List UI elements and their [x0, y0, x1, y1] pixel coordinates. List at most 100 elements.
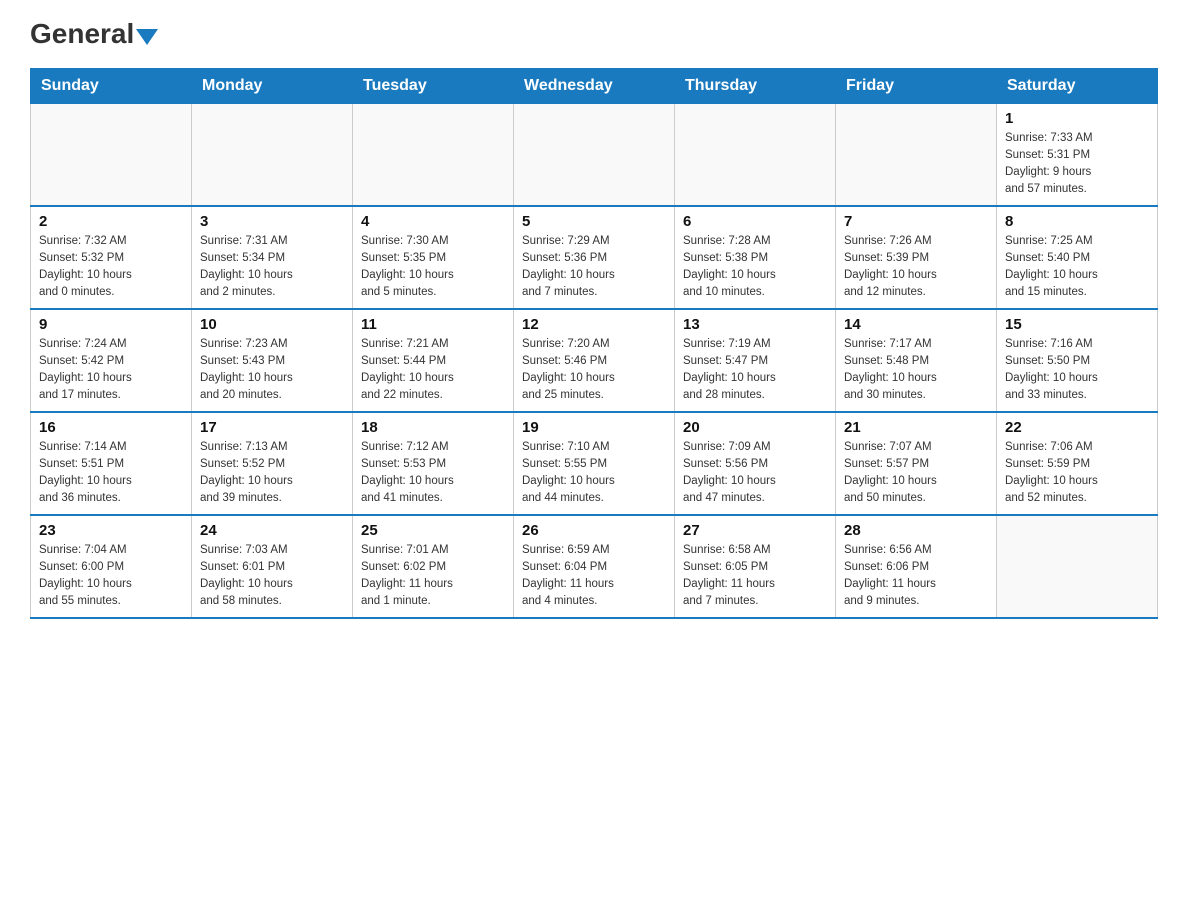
- day-number: 21: [844, 419, 988, 436]
- calendar-cell: 17 Sunrise: 7:13 AMSunset: 5:52 PMDayligh…: [192, 412, 353, 515]
- calendar-cell: 14Sunrise: 7:17 AMSunset: 5:48 PMDayligh…: [836, 309, 997, 412]
- weekday-header-thursday: Thursday: [675, 68, 836, 103]
- calendar-cell: 26 Sunrise: 6:59 AMSunset: 6:04 PMDayligh…: [514, 515, 675, 618]
- day-info: Sunrise: 7:16 AMSunset: 5:50 PMDaylight:…: [1005, 336, 1149, 405]
- day-number: 7: [844, 213, 988, 230]
- day-number: 28: [844, 522, 988, 539]
- weekday-header-tuesday: Tuesday: [353, 68, 514, 103]
- day-info: Sunrise: 7:04 AMSunset: 6:00 PMDaylight:…: [39, 542, 183, 611]
- calendar-cell: 27 Sunrise: 6:58 AMSunset: 6:05 PMDayligh…: [675, 515, 836, 618]
- calendar-cell: [514, 103, 675, 206]
- day-number: 11: [361, 316, 505, 333]
- calendar-header: SundayMondayTuesdayWednesdayThursdayFrid…: [31, 68, 1158, 103]
- day-number: 3: [200, 213, 344, 230]
- day-info: Sunrise: 7:13 AMSunset: 5:52 PMDaylight:…: [200, 439, 344, 508]
- calendar-cell: 24 Sunrise: 7:03 AMSunset: 6:01 PMDayligh…: [192, 515, 353, 618]
- calendar-cell: 3Sunrise: 7:31 AMSunset: 5:34 PMDaylight…: [192, 206, 353, 309]
- day-number: 17: [200, 419, 344, 436]
- day-number: 23: [39, 522, 183, 539]
- weekday-header-monday: Monday: [192, 68, 353, 103]
- day-number: 14: [844, 316, 988, 333]
- weekday-header-saturday: Saturday: [997, 68, 1158, 103]
- day-info: Sunrise: 7:01 AMSunset: 6:02 PMDaylight:…: [361, 542, 505, 611]
- calendar-week-row: 9 Sunrise: 7:24 AMSunset: 5:42 PMDaylight…: [31, 309, 1158, 412]
- day-info: Sunrise: 7:32 AMSunset: 5:32 PMDaylight:…: [39, 233, 183, 302]
- day-info: Sunrise: 7:30 AMSunset: 5:35 PMDaylight:…: [361, 233, 505, 302]
- calendar-week-row: 1 Sunrise: 7:33 AMSunset: 5:31 PMDaylight…: [31, 103, 1158, 206]
- day-number: 20: [683, 419, 827, 436]
- calendar-cell: 11 Sunrise: 7:21 AMSunset: 5:44 PMDayligh…: [353, 309, 514, 412]
- day-info: Sunrise: 7:23 AMSunset: 5:43 PMDaylight:…: [200, 336, 344, 405]
- day-number: 27: [683, 522, 827, 539]
- calendar-cell: [836, 103, 997, 206]
- calendar-week-row: 16Sunrise: 7:14 AMSunset: 5:51 PMDayligh…: [31, 412, 1158, 515]
- day-info: Sunrise: 6:56 AMSunset: 6:06 PMDaylight:…: [844, 542, 988, 611]
- day-info: Sunrise: 7:24 AMSunset: 5:42 PMDaylight:…: [39, 336, 183, 405]
- day-number: 25: [361, 522, 505, 539]
- calendar-cell: 22 Sunrise: 7:06 AMSunset: 5:59 PMDayligh…: [997, 412, 1158, 515]
- day-number: 13: [683, 316, 827, 333]
- day-info: Sunrise: 7:10 AMSunset: 5:55 PMDaylight:…: [522, 439, 666, 508]
- calendar-cell: 25 Sunrise: 7:01 AMSunset: 6:02 PMDayligh…: [353, 515, 514, 618]
- day-number: 24: [200, 522, 344, 539]
- day-info: Sunrise: 7:07 AMSunset: 5:57 PMDaylight:…: [844, 439, 988, 508]
- calendar-cell: 21 Sunrise: 7:07 AMSunset: 5:57 PMDayligh…: [836, 412, 997, 515]
- day-number: 8: [1005, 213, 1149, 230]
- day-info: Sunrise: 7:12 AMSunset: 5:53 PMDaylight:…: [361, 439, 505, 508]
- day-info: Sunrise: 7:06 AMSunset: 5:59 PMDaylight:…: [1005, 439, 1149, 508]
- weekday-header-wednesday: Wednesday: [514, 68, 675, 103]
- calendar-week-row: 23 Sunrise: 7:04 AMSunset: 6:00 PMDayligh…: [31, 515, 1158, 618]
- day-number: 19: [522, 419, 666, 436]
- page-header: General: [30, 20, 1158, 48]
- day-number: 10: [200, 316, 344, 333]
- calendar-cell: 12 Sunrise: 7:20 AMSunset: 5:46 PMDayligh…: [514, 309, 675, 412]
- day-number: 1: [1005, 110, 1149, 127]
- logo-general-text: General: [30, 20, 158, 50]
- logo: General: [30, 20, 158, 48]
- day-info: Sunrise: 7:20 AMSunset: 5:46 PMDaylight:…: [522, 336, 666, 405]
- calendar-cell: 16Sunrise: 7:14 AMSunset: 5:51 PMDayligh…: [31, 412, 192, 515]
- day-number: 26: [522, 522, 666, 539]
- day-number: 5: [522, 213, 666, 230]
- calendar-cell: 13 Sunrise: 7:19 AMSunset: 5:47 PMDayligh…: [675, 309, 836, 412]
- day-number: 12: [522, 316, 666, 333]
- day-number: 2: [39, 213, 183, 230]
- calendar-cell: 2 Sunrise: 7:32 AMSunset: 5:32 PMDaylight…: [31, 206, 192, 309]
- day-info: Sunrise: 7:21 AMSunset: 5:44 PMDaylight:…: [361, 336, 505, 405]
- day-info: Sunrise: 7:26 AMSunset: 5:39 PMDaylight:…: [844, 233, 988, 302]
- day-info: Sunrise: 7:29 AMSunset: 5:36 PMDaylight:…: [522, 233, 666, 302]
- day-info: Sunrise: 7:19 AMSunset: 5:47 PMDaylight:…: [683, 336, 827, 405]
- day-info: Sunrise: 7:03 AMSunset: 6:01 PMDaylight:…: [200, 542, 344, 611]
- calendar-cell: [353, 103, 514, 206]
- day-info: Sunrise: 7:14 AMSunset: 5:51 PMDaylight:…: [39, 439, 183, 508]
- calendar-cell: 1 Sunrise: 7:33 AMSunset: 5:31 PMDaylight…: [997, 103, 1158, 206]
- calendar-table: SundayMondayTuesdayWednesdayThursdayFrid…: [30, 68, 1158, 619]
- calendar-cell: 18 Sunrise: 7:12 AMSunset: 5:53 PMDayligh…: [353, 412, 514, 515]
- weekday-header-friday: Friday: [836, 68, 997, 103]
- day-number: 15: [1005, 316, 1149, 333]
- calendar-cell: 23 Sunrise: 7:04 AMSunset: 6:00 PMDayligh…: [31, 515, 192, 618]
- calendar-cell: [192, 103, 353, 206]
- weekday-header-row: SundayMondayTuesdayWednesdayThursdayFrid…: [31, 68, 1158, 103]
- calendar-cell: 7 Sunrise: 7:26 AMSunset: 5:39 PMDaylight…: [836, 206, 997, 309]
- day-info: Sunrise: 7:33 AMSunset: 5:31 PMDaylight:…: [1005, 130, 1149, 199]
- day-number: 4: [361, 213, 505, 230]
- day-info: Sunrise: 6:58 AMSunset: 6:05 PMDaylight:…: [683, 542, 827, 611]
- calendar-cell: 9 Sunrise: 7:24 AMSunset: 5:42 PMDaylight…: [31, 309, 192, 412]
- day-number: 9: [39, 316, 183, 333]
- calendar-cell: 20 Sunrise: 7:09 AMSunset: 5:56 PMDayligh…: [675, 412, 836, 515]
- day-info: Sunrise: 6:59 AMSunset: 6:04 PMDaylight:…: [522, 542, 666, 611]
- calendar-cell: [675, 103, 836, 206]
- calendar-cell: 4 Sunrise: 7:30 AMSunset: 5:35 PMDaylight…: [353, 206, 514, 309]
- calendar-cell: 19 Sunrise: 7:10 AMSunset: 5:55 PMDayligh…: [514, 412, 675, 515]
- calendar-cell: 28 Sunrise: 6:56 AMSunset: 6:06 PMDayligh…: [836, 515, 997, 618]
- calendar-cell: 15 Sunrise: 7:16 AMSunset: 5:50 PMDayligh…: [997, 309, 1158, 412]
- calendar-cell: 5 Sunrise: 7:29 AMSunset: 5:36 PMDaylight…: [514, 206, 675, 309]
- day-info: Sunrise: 7:09 AMSunset: 5:56 PMDaylight:…: [683, 439, 827, 508]
- day-number: 18: [361, 419, 505, 436]
- calendar-cell: 6Sunrise: 7:28 AMSunset: 5:38 PMDaylight…: [675, 206, 836, 309]
- day-number: 22: [1005, 419, 1149, 436]
- calendar-week-row: 2 Sunrise: 7:32 AMSunset: 5:32 PMDaylight…: [31, 206, 1158, 309]
- calendar-cell: 10 Sunrise: 7:23 AMSunset: 5:43 PMDayligh…: [192, 309, 353, 412]
- day-info: Sunrise: 7:25 AMSunset: 5:40 PMDaylight:…: [1005, 233, 1149, 302]
